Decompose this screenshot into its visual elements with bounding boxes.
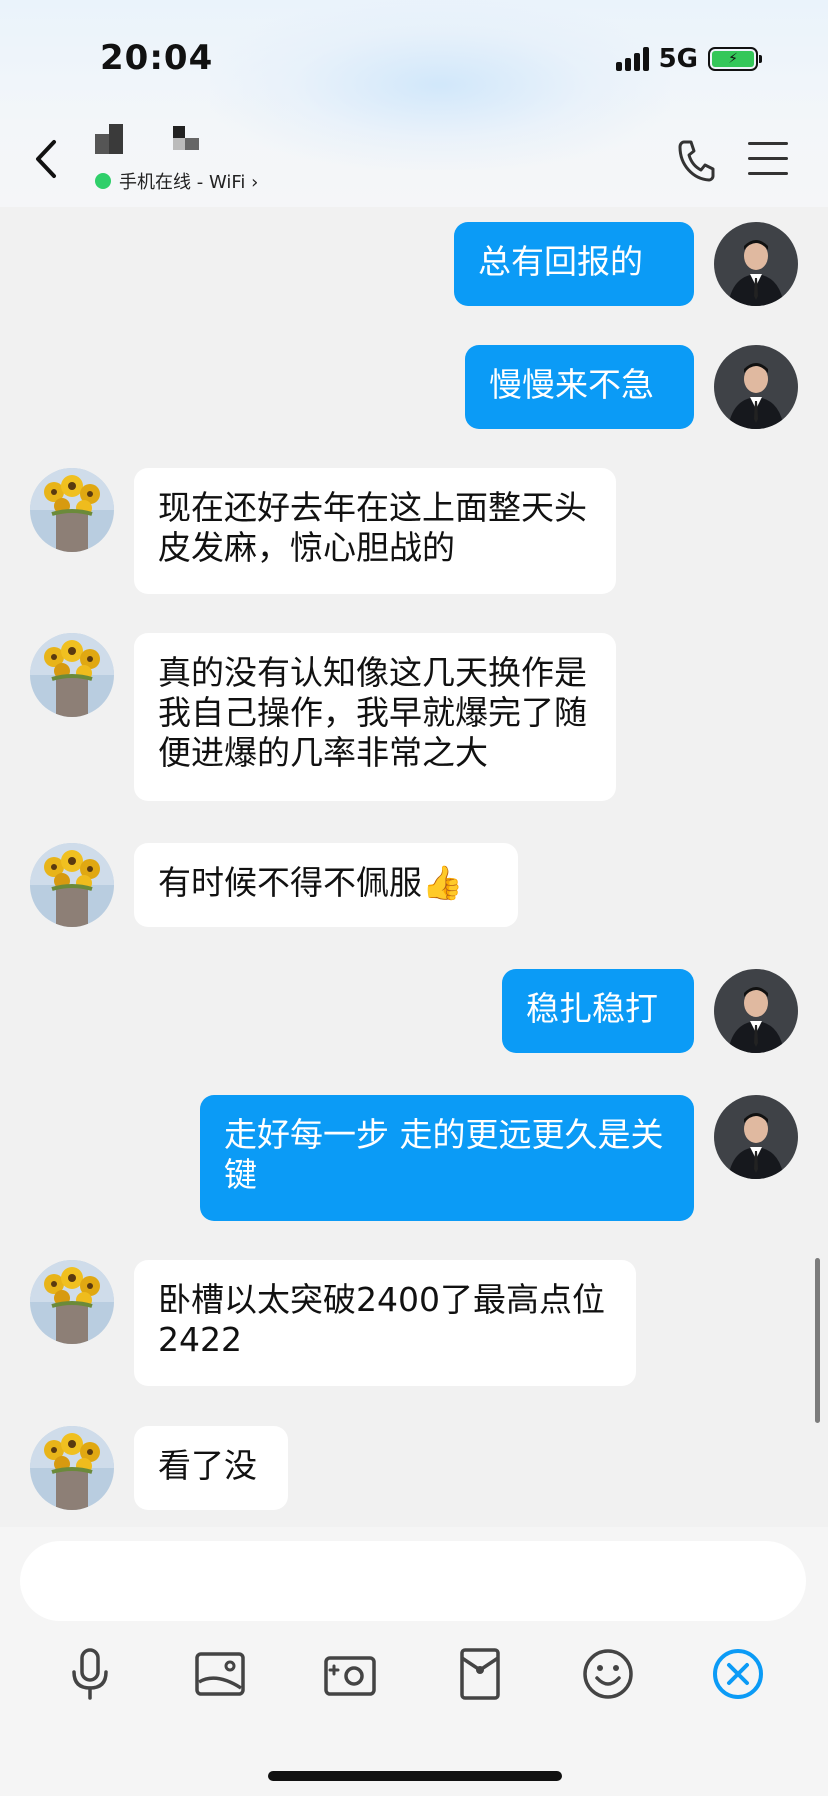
network-type: 5G bbox=[658, 44, 698, 74]
emoji-icon bbox=[583, 1649, 633, 1699]
red-packet-button[interactable] bbox=[450, 1644, 510, 1704]
avatar-contact[interactable] bbox=[30, 468, 114, 552]
microphone-icon bbox=[72, 1648, 108, 1700]
message-bubble[interactable]: 慢慢来不急 bbox=[465, 345, 694, 429]
message-bubble[interactable]: 看了没 bbox=[134, 1426, 288, 1510]
voice-button[interactable] bbox=[60, 1644, 120, 1704]
image-icon bbox=[195, 1652, 245, 1696]
message-bubble[interactable]: 现在还好去年在这上面整天头皮发麻，惊心胆战的 bbox=[134, 468, 616, 594]
emoji-button[interactable] bbox=[578, 1644, 638, 1704]
phone-icon bbox=[678, 140, 715, 182]
avatar-self[interactable] bbox=[714, 222, 798, 306]
message-bubble[interactable]: 真的没有认知像这几天换作是我自己操作，我早就爆完了随便进爆的几率非常之大 bbox=[134, 633, 616, 801]
message-bubble[interactable]: 有时候不得不佩服👍 bbox=[134, 843, 518, 927]
chat-list[interactable]: 总有回报的 慢慢来不急 现在还好去年在这上面整天头皮发麻，惊心胆战的 真的没有认… bbox=[0, 207, 828, 1527]
header-glow bbox=[210, 0, 670, 170]
scroll-indicator[interactable] bbox=[815, 1258, 820, 1423]
input-area bbox=[0, 1527, 828, 1796]
message-bubble[interactable]: 稳扎稳打 bbox=[502, 969, 694, 1053]
message-input[interactable] bbox=[20, 1541, 806, 1621]
contact-title[interactable]: 手机在线 - WiFi › bbox=[95, 124, 258, 194]
online-status-text: 手机在线 - WiFi › bbox=[119, 172, 259, 193]
avatar-self[interactable] bbox=[714, 969, 798, 1053]
avatar-contact[interactable] bbox=[30, 633, 114, 717]
home-indicator[interactable] bbox=[268, 1771, 562, 1781]
camera-button[interactable] bbox=[320, 1644, 380, 1704]
top-bar: 20:04 5G ⚡ 手机在线 - WiFi › bbox=[0, 0, 828, 207]
avatar-self[interactable] bbox=[714, 1095, 798, 1179]
menu-button[interactable] bbox=[748, 142, 788, 176]
avatar-contact[interactable] bbox=[30, 1426, 114, 1510]
contact-name-pixelated bbox=[95, 124, 258, 158]
status-icons: 5G ⚡ bbox=[615, 44, 762, 74]
avatar-self[interactable] bbox=[714, 345, 798, 429]
avatar-contact[interactable] bbox=[30, 1260, 114, 1344]
avatar-contact[interactable] bbox=[30, 843, 114, 927]
close-panel-button[interactable] bbox=[708, 1644, 768, 1704]
close-icon bbox=[713, 1649, 763, 1699]
camera-icon bbox=[324, 1656, 376, 1696]
battery-icon: ⚡ bbox=[708, 47, 762, 71]
message-bubble[interactable]: 卧槽以太突破2400了最高点位2422 bbox=[134, 1260, 636, 1386]
back-button[interactable] bbox=[30, 134, 64, 184]
status-time: 20:04 bbox=[100, 38, 214, 78]
chevron-left-icon bbox=[36, 140, 56, 178]
online-dot-icon bbox=[95, 173, 111, 189]
call-button[interactable] bbox=[676, 138, 716, 182]
red-packet-icon bbox=[460, 1648, 500, 1700]
message-bubble[interactable]: 走好每一步 走的更远更久是关键 bbox=[200, 1095, 694, 1221]
signal-icon bbox=[615, 47, 649, 71]
online-status[interactable]: 手机在线 - WiFi › bbox=[95, 168, 258, 194]
message-bubble[interactable]: 总有回报的 bbox=[454, 222, 694, 306]
image-button[interactable] bbox=[190, 1644, 250, 1704]
